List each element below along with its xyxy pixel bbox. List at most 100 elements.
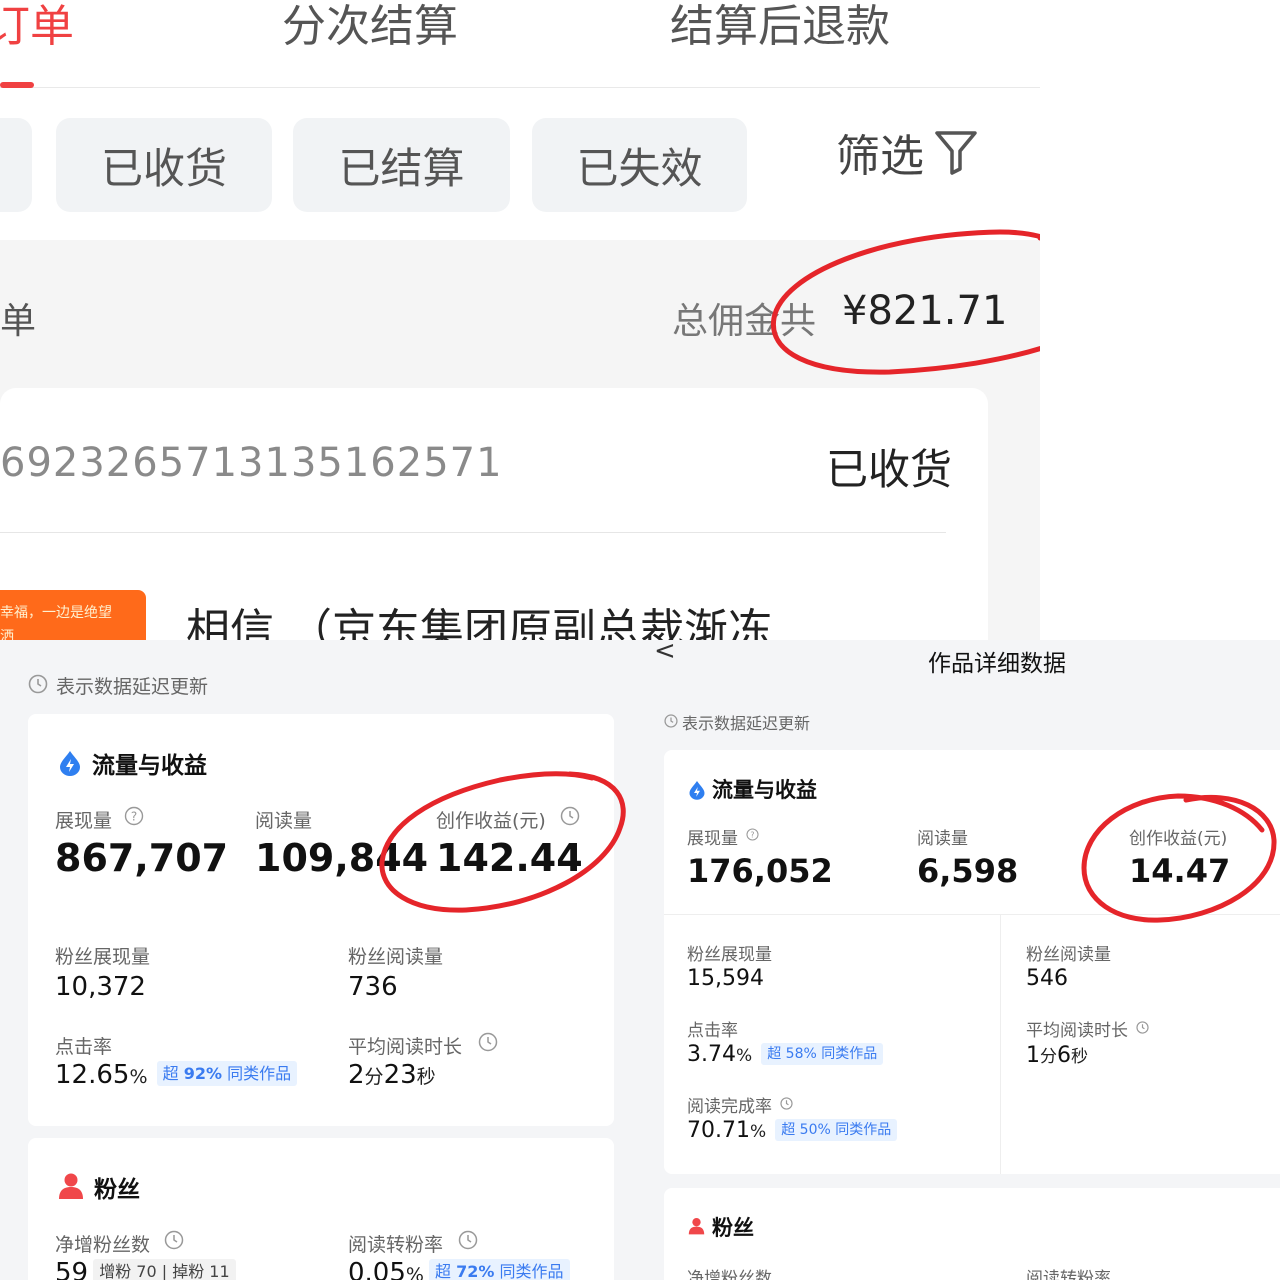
seconds-value: 23 [383, 1060, 417, 1090]
thumbnail-text: 洒 [0, 629, 14, 640]
back-icon[interactable]: < [654, 640, 676, 666]
drop-bolt-icon [689, 781, 705, 800]
section-title-fans: 粉丝 [94, 1177, 140, 1203]
person-icon [59, 1173, 83, 1199]
clock-icon [28, 674, 48, 694]
read-to-fan-rate-value: 0.05 [348, 1258, 406, 1280]
fan-reads-value: 546 [1026, 966, 1068, 991]
earnings-value: 142.44 [436, 836, 583, 880]
section-title-traffic: 流量与收益 [712, 778, 817, 802]
ctr-unit: % [129, 1066, 148, 1088]
tab-installment-settlement[interactable]: 分次结算 [282, 0, 458, 54]
svg-text:?: ? [750, 830, 754, 839]
net-fans-value-group: 59 增粉 70 | 掉粉 11 [55, 1258, 236, 1280]
fan-impressions-label: 粉丝展现量 [687, 945, 772, 965]
minutes-value: 2 [348, 1060, 365, 1090]
clock-icon [164, 1230, 184, 1250]
badge-prefix: 超 [435, 1262, 452, 1280]
ctr-percentile-badge: 超 92% 同类作品 [156, 1061, 298, 1086]
net-fans-label: 净增粉丝数 [55, 1234, 151, 1256]
product-thumbnail[interactable]: 幸福，一边是绝望 洒 [0, 590, 146, 640]
seconds-unit: 秒 [416, 1066, 436, 1088]
section-title-fans: 粉丝 [712, 1216, 754, 1240]
minutes-unit: 分 [364, 1066, 384, 1088]
fan-impressions-value: 10,372 [55, 972, 146, 1002]
filter-button[interactable]: 筛选 [836, 120, 978, 184]
badge-percent: 72% [456, 1262, 495, 1280]
ctr-percentile-badge: 超 58% 同类作品 [761, 1043, 884, 1065]
chip-expired[interactable]: 已失效 [532, 118, 747, 212]
ctr-value: 3.74 [687, 1042, 736, 1067]
chip-received[interactable]: 已收货 [56, 118, 272, 212]
fan-reads-label: 粉丝阅读量 [1026, 945, 1111, 965]
net-fans-label: 净增粉丝数 [687, 1269, 772, 1280]
thumbnail-text: 幸福，一边是绝望 [0, 605, 112, 621]
clock-icon [664, 714, 678, 728]
order-screenshot: 订单 分次结算 结算后退款 已收货 已结算 已失效 筛选 单 总佣金共 ¥821… [0, 0, 1040, 640]
reads-value: 6,598 [917, 852, 1019, 890]
section-title-traffic: 流量与收益 [92, 753, 207, 779]
conversion-percentile-badge: 超 72% 同类作品 [429, 1259, 570, 1280]
seconds-unit: 秒 [1071, 1047, 1088, 1067]
avg-read-time-value: 1分6秒 [1026, 1042, 1088, 1068]
drop-bolt-icon [60, 751, 80, 776]
creator-data-screenshot-left: 表示数据延迟更新 流量与收益 展现量 ? 867,707 阅读量 109,844… [0, 640, 640, 1280]
badge-prefix: 超 [162, 1064, 179, 1083]
clock-icon [478, 1032, 498, 1052]
clock-icon [458, 1230, 478, 1250]
reads-value: 109,844 [255, 836, 429, 880]
impressions-value: 867,707 [55, 836, 229, 880]
rate-unit: % [405, 1264, 424, 1280]
help-icon[interactable]: ? [124, 806, 144, 826]
badge-percent: 92% [183, 1064, 222, 1083]
ctr-label: 点击率 [687, 1021, 738, 1041]
read-to-fan-rate-label: 阅读转粉率 [1026, 1269, 1111, 1280]
fan-reads-label: 粉丝阅读量 [348, 946, 444, 968]
tab-refund-after-settlement[interactable]: 结算后退款 [670, 0, 890, 54]
card-divider [664, 914, 1280, 915]
net-fans-value: 59 [55, 1258, 89, 1280]
funnel-icon [935, 131, 977, 175]
tab-orders[interactable]: 订单 [0, 0, 74, 54]
reads-label: 阅读量 [917, 829, 968, 849]
avg-read-time-label: 平均阅读时长 [1026, 1021, 1128, 1041]
earnings-label: 创作收益(元) [1129, 829, 1228, 849]
read-to-fan-rate-label: 阅读转粉率 [348, 1234, 444, 1256]
impressions-label: 展现量 [55, 810, 113, 832]
completion-rate-value: 70.71 [687, 1118, 750, 1143]
fan-impressions-label: 粉丝展现量 [55, 946, 151, 968]
minutes-unit: 分 [1040, 1047, 1057, 1067]
card-divider [0, 532, 946, 533]
completion-rate-unit: % [749, 1122, 767, 1142]
chip-settled[interactable]: 已结算 [293, 118, 510, 212]
creator-data-screenshot-right: < 作品详细数据 表示数据延迟更新 流量与收益 展现量 ? 176,052 阅读… [640, 640, 1280, 1280]
completion-rate-label: 阅读完成率 [687, 1097, 772, 1117]
completion-percentile-badge: 超 50% 同类作品 [775, 1119, 898, 1141]
total-commission-value: ¥821.71 [842, 288, 1008, 334]
order-number: 6923265713135162571 [0, 440, 503, 486]
total-commission-label: 总佣金共 [672, 301, 817, 342]
earnings-label: 创作收益(元) [436, 810, 546, 832]
product-title[interactable]: 相信 （京东集团原副总裁渐冻 [186, 594, 772, 640]
svg-text:?: ? [131, 810, 137, 824]
clock-icon [1136, 1021, 1149, 1034]
delay-note: 表示数据延迟更新 [682, 714, 811, 733]
minutes-value: 1 [1026, 1043, 1040, 1068]
ctr-value-group: 12.65% 超 92% 同类作品 [55, 1060, 298, 1090]
avg-read-time-value: 2分23秒 [348, 1060, 436, 1090]
delay-note: 表示数据延迟更新 [56, 676, 209, 698]
net-fans-detail: 增粉 70 | 掉粉 11 [93, 1259, 236, 1280]
filter-label: 筛选 [836, 131, 924, 182]
chip-partial[interactable] [0, 118, 32, 212]
completion-rate-group: 70.71% 超 50% 同类作品 [687, 1118, 898, 1143]
badge-suffix: 同类作品 [499, 1262, 564, 1280]
reads-label: 阅读量 [255, 810, 313, 832]
badge-suffix: 同类作品 [227, 1064, 292, 1083]
order-status: 已收货 [826, 445, 953, 494]
ctr-value-group: 3.74% 超 58% 同类作品 [687, 1042, 884, 1067]
ctr-unit: % [735, 1046, 753, 1066]
order-count-label: 单 [0, 301, 37, 342]
help-icon[interactable]: ? [746, 828, 759, 841]
ctr-label: 点击率 [55, 1036, 113, 1058]
impressions-label: 展现量 [687, 829, 738, 849]
